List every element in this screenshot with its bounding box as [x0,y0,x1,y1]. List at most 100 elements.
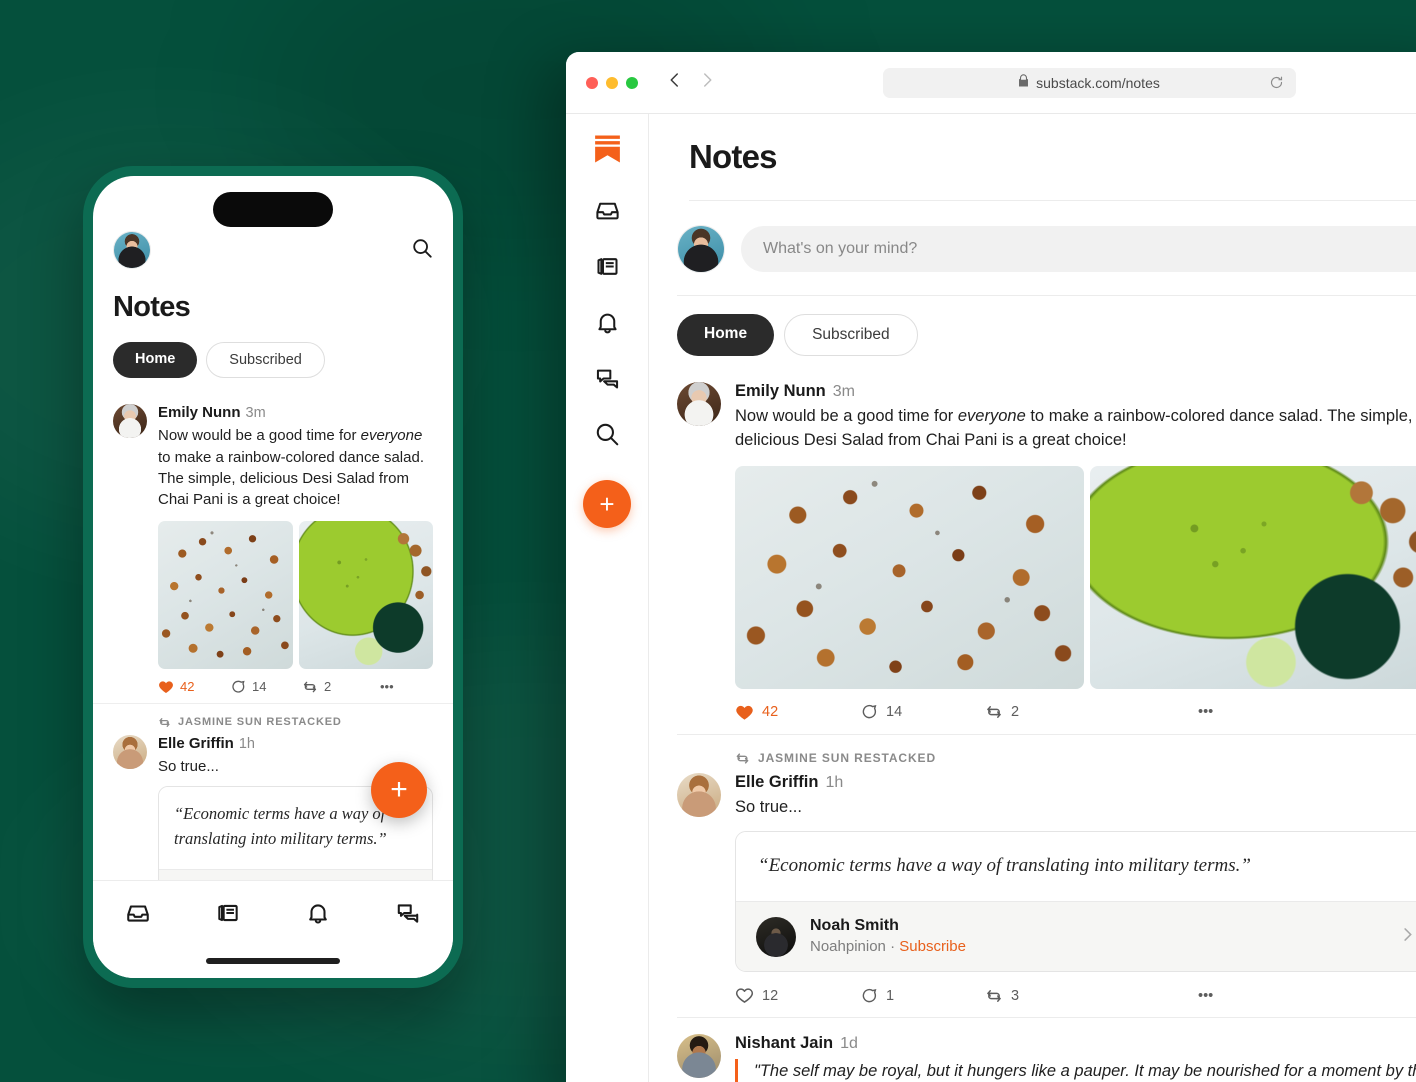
more-options-button[interactable]: ••• [380,679,394,694]
note-text: Now would be a good time for everyone to… [158,427,424,509]
note-card[interactable]: Nishant Jain 1d "The self may be royal, b… [677,1018,1416,1082]
forward-button[interactable] [698,71,716,94]
quote-text: “Economic terms have a way of translatin… [758,854,1251,876]
sidebar-item-chat[interactable] [594,365,621,392]
restack-count: 2 [324,679,332,695]
avatar[interactable] [113,404,147,438]
compose-fab[interactable]: + [371,762,427,818]
tab-subscribed[interactable]: Subscribed [206,342,325,378]
browser-window: substack.com/notes + Notes What's on you… [566,52,1416,1082]
page-header: Notes [649,114,1416,201]
note-author[interactable]: Elle Griffin [158,735,234,752]
feed-tabs: Home Subscribed [649,296,1416,356]
like-count: 42 [180,679,195,695]
subscribe-link[interactable]: Subscribe [899,938,966,955]
note-card[interactable]: Emily Nunn 3m Now would be a good time fo… [677,366,1416,735]
restack-attribution-label: JASMINE SUN RESTACKED [758,751,937,766]
quote-author: Noah Smith [810,917,899,935]
browser-nav-arrows [666,71,716,94]
bottom-nav-bell-icon[interactable] [305,900,331,931]
note-image[interactable] [158,520,293,669]
note-author[interactable]: Emily Nunn [735,382,826,400]
address-bar[interactable]: substack.com/notes [882,67,1296,98]
sidebar-item-notifications[interactable] [594,309,621,336]
page-title: Notes [113,291,191,323]
compose-button[interactable]: + [583,480,631,528]
like-count: 42 [762,704,779,721]
lock-icon [1018,73,1029,92]
sidebar-item-search[interactable] [594,421,620,447]
avatar[interactable] [677,382,721,426]
phone-tabs: Home Subscribed [93,324,453,378]
composer-input[interactable]: What's on your mind? [741,226,1416,272]
reload-icon[interactable] [1269,75,1284,90]
comment-button[interactable]: 14 [860,703,985,721]
like-button[interactable]: 12 [735,986,860,1005]
restack-button[interactable]: 2 [302,679,374,695]
comment-button[interactable]: 1 [860,987,985,1005]
note-actions: 42 14 2 ••• [735,703,1416,722]
bottom-nav-inbox-icon[interactable] [125,900,151,931]
restack-button[interactable]: 2 [985,703,1110,721]
note-author[interactable]: Elle Griffin [735,773,818,791]
sidebar: + [566,114,649,1082]
note-author[interactable]: Nishant Jain [735,1034,833,1052]
note-timestamp: 1h [825,773,844,791]
note-author[interactable]: Emily Nunn [158,404,241,421]
bottom-nav-chat-icon[interactable] [395,900,421,931]
tab-home[interactable]: Home [113,342,198,378]
note-timestamp: 3m [245,405,266,421]
note-card[interactable]: Emily Nunn 3m Now would be a good time fo… [93,392,453,704]
search-icon[interactable] [411,237,433,264]
avatar[interactable] [113,231,151,269]
note-image-grid [158,520,433,669]
minimize-window-button[interactable] [606,76,618,89]
back-button[interactable] [666,71,684,94]
note-text: So true... [735,797,802,816]
note-blockquote: "The self may be royal, but it hungers l… [735,1059,1416,1082]
note-card[interactable]: JASMINE SUN RESTACKED Elle Griffin 1h So … [677,735,1416,1019]
tab-subscribed[interactable]: Subscribed [784,314,918,356]
home-indicator [206,958,340,964]
phone-mockup: Notes Home Subscribed Emily Nunn 3m Now w… [83,166,463,988]
bottom-nav-library-icon[interactable] [215,900,241,931]
close-window-button[interactable] [586,76,598,89]
note-actions: 42 14 2 ••• [158,679,433,695]
note-image[interactable] [298,520,433,669]
note-text: Now would be a good time for everyone to… [735,407,1413,449]
notes-feed: Emily Nunn 3m Now would be a good time fo… [649,366,1416,1082]
restack-button[interactable]: 3 [985,987,1110,1005]
page-title: Notes [689,138,777,175]
note-image-grid [735,465,1416,689]
zoom-window-button[interactable] [626,76,638,89]
quote-card[interactable]: “Economic terms have a way of translatin… [735,830,1416,973]
dynamic-island [213,192,333,227]
restack-count: 2 [1011,704,1020,721]
avatar[interactable] [677,225,725,273]
avatar[interactable] [677,772,721,817]
note-image[interactable] [1089,465,1416,689]
like-button[interactable]: 42 [735,703,860,722]
avatar [756,916,796,957]
restack-attribution: JASMINE SUN RESTACKED [735,751,1416,766]
more-options-button[interactable]: ••• [1198,988,1213,1004]
comment-button[interactable]: 14 [230,679,302,695]
substack-logo-icon[interactable] [594,134,621,164]
more-options-button[interactable]: ••• [1198,704,1213,720]
phone-screen: Notes Home Subscribed Emily Nunn 3m Now w… [93,176,453,978]
sidebar-item-inbox[interactable] [594,197,621,224]
note-timestamp: 3m [832,383,855,400]
composer[interactable]: What's on your mind? [649,201,1416,273]
restack-count: 3 [1011,987,1020,1004]
avatar[interactable] [677,1034,721,1079]
note-image[interactable] [735,465,1084,689]
like-button[interactable]: 42 [158,679,230,695]
comment-count: 14 [886,704,903,721]
tab-home[interactable]: Home [677,314,775,356]
sidebar-item-library[interactable] [594,253,621,280]
chevron-right-icon [1398,925,1416,949]
note-actions: 12 1 3 ••• [735,986,1416,1005]
note-timestamp: 1h [238,735,255,752]
browser-chrome: substack.com/notes [566,52,1416,114]
avatar[interactable] [113,734,147,769]
